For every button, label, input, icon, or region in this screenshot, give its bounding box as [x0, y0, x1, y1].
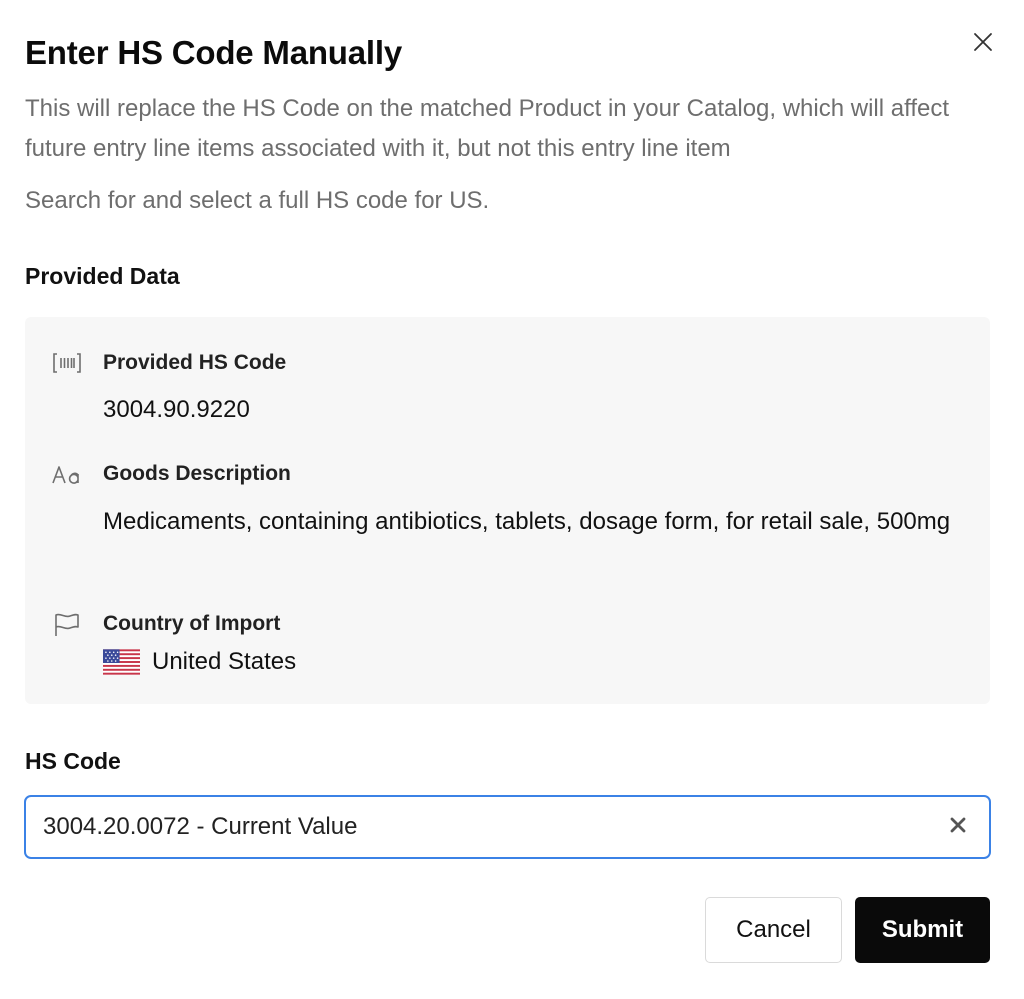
hs-code-modal: Enter HS Code Manually This will replace… — [0, 0, 1024, 999]
provided-hs-code-label: Provided HS Code — [103, 351, 287, 374]
modal-title: Enter HS Code Manually — [25, 34, 403, 71]
close-button[interactable] — [968, 28, 998, 58]
flag-icon — [51, 611, 83, 639]
goods-description-label: Goods Description — [103, 462, 291, 485]
hs-code-input-wrapper — [24, 795, 991, 859]
hs-code-input[interactable] — [43, 797, 923, 857]
goods-description-value: Medicaments, containing antibiotics, tab… — [103, 508, 951, 535]
clear-input-button[interactable] — [945, 814, 971, 840]
country-of-import-value: United States — [103, 648, 296, 676]
close-icon — [973, 32, 993, 55]
search-hint: Search for and select a full HS code for… — [25, 187, 490, 214]
us-flag-icon — [103, 649, 140, 675]
submit-button[interactable]: Submit — [855, 897, 990, 963]
modal-description: This will replace the HS Code on the mat… — [25, 95, 950, 162]
provided-data-panel: Provided HS Code 3004.90.9220 Goods Desc… — [25, 317, 990, 704]
cancel-button[interactable]: Cancel — [705, 897, 842, 963]
barcode-icon — [51, 349, 83, 377]
hs-code-field-label: HS Code — [25, 748, 121, 774]
country-name: United States — [152, 648, 297, 675]
text-type-icon — [51, 461, 83, 489]
clear-icon — [949, 816, 967, 839]
country-of-import-label: Country of Import — [103, 612, 281, 635]
provided-data-title: Provided Data — [25, 263, 180, 289]
provided-hs-code-value: 3004.90.9220 — [103, 396, 250, 423]
